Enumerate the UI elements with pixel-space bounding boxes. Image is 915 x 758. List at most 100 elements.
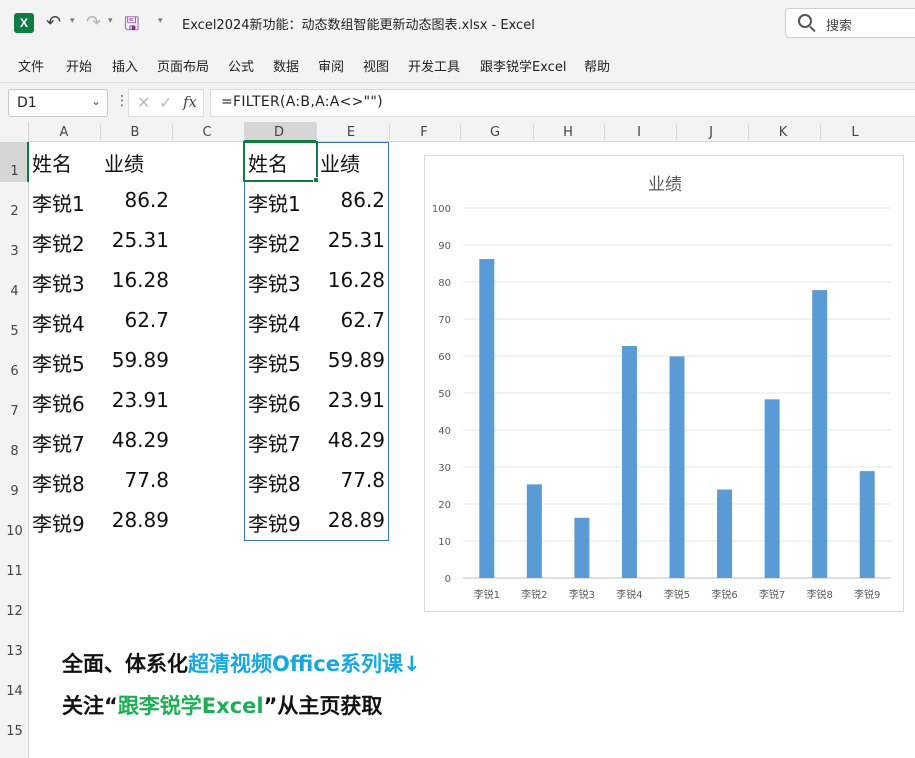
source-name-cell[interactable]: 李锐6 [32, 388, 85, 417]
bar[interactable] [717, 489, 733, 578]
bar[interactable] [479, 259, 495, 578]
save-icon[interactable]: 🖫 [124, 12, 139, 42]
source-name-cell[interactable]: 李锐2 [32, 228, 85, 257]
column-separator[interactable] [748, 124, 749, 140]
source-name-cell[interactable]: 李锐9 [32, 508, 85, 537]
source-name-cell[interactable]: 李锐5 [32, 348, 85, 377]
source-value-cell[interactable]: 86.2 [97, 188, 169, 212]
y-tick-label: 60 [438, 352, 451, 363]
bar[interactable] [574, 517, 590, 578]
source-value-cell[interactable]: 59.89 [97, 348, 169, 372]
source-header-score[interactable]: 业绩 [104, 148, 144, 177]
name-box[interactable]: D1 ⌄ [8, 89, 108, 117]
bar-chart[interactable]: 业绩 0 10 20 30 40 50 60 70 80 90 100 李锐1 李锐2 李锐3 李锐4 李锐5… [424, 155, 904, 612]
source-header-name[interactable]: 姓名 [32, 148, 72, 177]
row-header[interactable]: 2 [0, 204, 29, 219]
tab-review[interactable]: 审阅 [318, 56, 344, 75]
y-tick-label: 20 [438, 500, 451, 511]
column-header[interactable]: J [676, 125, 746, 140]
row-header[interactable]: 1 [0, 164, 29, 179]
column-header[interactable]: E [316, 125, 386, 140]
row-header[interactable]: 7 [0, 404, 29, 419]
fill-handle[interactable] [313, 177, 319, 183]
column-separator[interactable] [676, 124, 677, 140]
undo-dropdown-icon[interactable]: ▾ [70, 16, 75, 26]
insert-function-icon[interactable]: fx [183, 93, 197, 111]
row-header[interactable]: 14 [0, 684, 29, 699]
tab-file[interactable]: 文件 [18, 56, 44, 75]
row-header[interactable]: 4 [0, 284, 29, 299]
source-name-cell[interactable]: 李锐4 [32, 308, 85, 337]
column-separator[interactable] [820, 124, 821, 140]
y-tick-label: 10 [438, 537, 451, 548]
tab-formulas[interactable]: 公式 [228, 56, 254, 75]
row-header[interactable]: 10 [0, 524, 29, 539]
source-value-cell[interactable]: 77.8 [97, 468, 169, 492]
row-header[interactable]: 6 [0, 364, 29, 379]
column-separator[interactable] [604, 124, 605, 140]
tab-page-layout[interactable]: 页面布局 [157, 56, 209, 75]
tab-data[interactable]: 数据 [273, 56, 299, 75]
bar[interactable] [812, 290, 828, 578]
row-header[interactable]: 9 [0, 484, 29, 499]
tab-custom[interactable]: 跟李锐学Excel [480, 56, 566, 75]
column-header[interactable]: C [172, 125, 242, 140]
column-header[interactable]: I [604, 125, 674, 140]
search-box[interactable]: 搜索 [785, 8, 915, 38]
row-header[interactable]: 8 [0, 444, 29, 459]
column-header[interactable]: L [820, 125, 890, 140]
column-header[interactable]: K [748, 125, 818, 140]
source-name-cell[interactable]: 李锐3 [32, 268, 85, 297]
redo-dropdown-icon[interactable]: ▾ [108, 16, 113, 26]
source-value-cell[interactable]: 16.28 [97, 268, 169, 292]
source-value-cell[interactable]: 48.29 [97, 428, 169, 452]
column-separator[interactable] [172, 124, 173, 140]
customize-toolbar-icon[interactable]: ▾ [158, 16, 163, 26]
column-separator[interactable] [460, 124, 461, 140]
row-header[interactable]: 11 [0, 564, 29, 579]
cancel-icon[interactable]: ✕ [137, 93, 150, 112]
column-header[interactable]: F [389, 125, 459, 140]
row-header[interactable]: 15 [0, 724, 29, 739]
column-separator[interactable] [100, 124, 101, 140]
tab-developer[interactable]: 开发工具 [408, 56, 460, 75]
bar[interactable] [669, 356, 685, 578]
select-all-corner[interactable] [0, 122, 29, 142]
source-name-cell[interactable]: 李锐1 [32, 188, 85, 217]
tab-view[interactable]: 视图 [363, 56, 389, 75]
x-tick-label: 李锐6 [711, 588, 737, 601]
column-separator[interactable] [389, 124, 390, 140]
bar[interactable] [621, 346, 637, 578]
confirm-icon[interactable]: ✓ [159, 93, 172, 112]
bar[interactable] [859, 471, 875, 578]
column-separator[interactable] [244, 124, 245, 140]
source-value-cell[interactable]: 25.31 [97, 228, 169, 252]
row-header[interactable]: 5 [0, 324, 29, 339]
undo-icon[interactable]: ↶ [46, 12, 61, 33]
redo-icon[interactable]: ↷ [86, 12, 101, 33]
row-header[interactable]: 3 [0, 244, 29, 259]
tab-help[interactable]: 帮助 [584, 56, 610, 75]
column-header[interactable]: H [533, 125, 603, 140]
source-value-cell[interactable]: 28.89 [97, 508, 169, 532]
column-header[interactable]: A [29, 125, 99, 140]
row-header[interactable]: 12 [0, 604, 29, 619]
formula-input[interactable]: =FILTER(A:B,A:A<>"") [210, 89, 915, 117]
column-header[interactable]: B [100, 125, 170, 140]
source-name-cell[interactable]: 李锐8 [32, 468, 85, 497]
column-separator[interactable] [316, 124, 317, 140]
bar[interactable] [526, 484, 542, 578]
source-value-cell[interactable]: 23.91 [97, 388, 169, 412]
more-options-icon[interactable]: ⋮ [115, 93, 129, 109]
chevron-down-icon[interactable]: ⌄ [91, 94, 101, 108]
bar[interactable] [764, 399, 780, 578]
column-header[interactable]: D [244, 125, 314, 140]
active-cell-d1[interactable] [243, 141, 318, 182]
row-header[interactable]: 13 [0, 644, 29, 659]
tab-home[interactable]: 开始 [66, 56, 92, 75]
source-name-cell[interactable]: 李锐7 [32, 428, 85, 457]
tab-insert[interactable]: 插入 [112, 56, 138, 75]
column-header[interactable]: G [460, 125, 530, 140]
column-separator[interactable] [533, 124, 534, 140]
source-value-cell[interactable]: 62.7 [97, 308, 169, 332]
